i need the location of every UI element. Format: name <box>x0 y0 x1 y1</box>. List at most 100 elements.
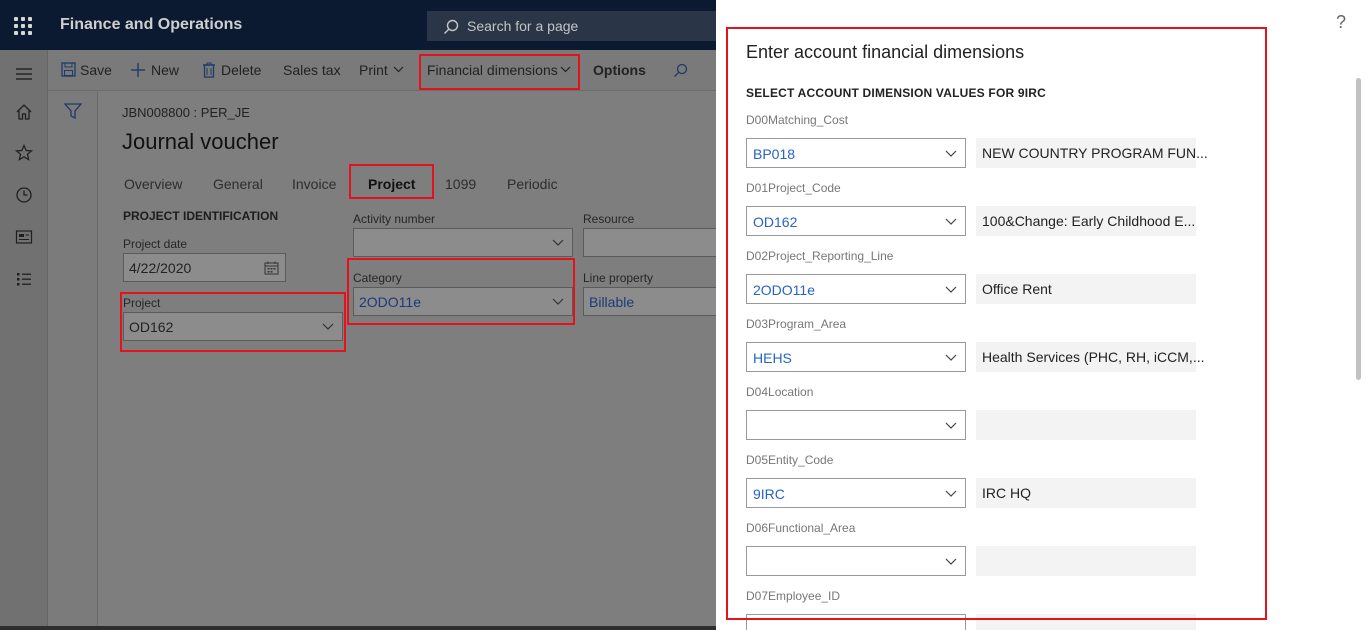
filter-pane <box>48 91 98 630</box>
activity-number-label: Activity number <box>353 212 436 226</box>
dimension-label-d00: D00Matching_Cost <box>746 113 849 127</box>
dimension-description-d04 <box>976 410 1196 440</box>
dimension-select-d02[interactable]: 2ODO11e <box>746 274 966 304</box>
calendar-icon[interactable] <box>264 261 279 275</box>
dimension-value-d02: 2ODO11e <box>753 282 815 298</box>
modules-list-icon[interactable] <box>14 269 34 289</box>
project-chevron-down-icon <box>322 323 334 330</box>
bottom-edge <box>0 626 716 630</box>
chevron-down-icon <box>945 422 957 429</box>
print-menu-button[interactable]: Print <box>359 62 388 78</box>
flyout-scrollbar[interactable] <box>1356 78 1361 380</box>
dimension-select-d05[interactable]: 9IRC <box>746 478 966 508</box>
favorites-star-icon[interactable] <box>14 143 34 163</box>
category-value[interactable]: 2ODO11e <box>359 294 421 310</box>
home-icon[interactable] <box>14 102 34 122</box>
chevron-down-icon <box>945 558 957 565</box>
dimension-label-d03: D03Program_Area <box>746 317 847 331</box>
tab-invoice[interactable]: Invoice <box>292 176 336 192</box>
save-icon <box>61 62 76 77</box>
sales-tax-button[interactable]: Sales tax <box>283 62 341 78</box>
dimension-description-d01: 100&Change: Early Childhood E... <box>976 206 1196 236</box>
dimension-select-d04[interactable] <box>746 410 966 440</box>
delete-trash-icon <box>203 62 215 78</box>
breadcrumb: JBN008800 : PER_JE <box>122 105 250 120</box>
dimension-label-d04: D04Location <box>746 385 814 399</box>
workspaces-icon[interactable] <box>14 227 34 247</box>
search-placeholder: Search for a page <box>467 18 579 34</box>
toolbar-search-icon[interactable] <box>673 63 688 78</box>
recent-clock-icon[interactable] <box>14 185 34 205</box>
tab-project[interactable]: Project <box>368 176 415 192</box>
dimension-description-text: Office Rent <box>982 281 1052 297</box>
activity-chevron-down-icon <box>552 239 564 246</box>
dimension-description-d00: NEW COUNTRY PROGRAM FUN... <box>976 138 1208 168</box>
tab-general[interactable]: General <box>213 176 263 192</box>
project-date-input[interactable]: 4/22/2020 <box>123 253 286 282</box>
dimension-value-d01: OD162 <box>753 214 798 230</box>
dimension-value-d00: BP018 <box>753 146 796 162</box>
journal-voucher-form: JBN008800 : PER_JE Journal voucher Overv… <box>98 91 716 630</box>
left-navigation <box>0 50 48 630</box>
dimension-label-d06: D06Functional_Area <box>746 521 856 535</box>
hamburger-menu-icon[interactable] <box>14 64 34 84</box>
page-title: Journal voucher <box>122 129 279 154</box>
dimension-select-d00[interactable]: BP018 <box>746 138 966 168</box>
dimension-value-d03: HEHS <box>753 350 792 366</box>
line-property-select[interactable]: Billable <box>583 287 716 316</box>
project-value: OD162 <box>129 319 174 335</box>
dimension-description-text: Health Services (PHC, RH, iCCM,... <box>982 349 1205 365</box>
dimension-label-d05: D05Entity_Code <box>746 453 834 467</box>
dimension-description-d02: Office Rent <box>976 274 1196 304</box>
dimension-description-text: IRC HQ <box>982 485 1031 501</box>
help-question-icon[interactable]: ? <box>1336 12 1346 33</box>
chevron-down-icon <box>945 490 957 497</box>
dimension-description-d06 <box>976 546 1196 576</box>
dimension-select-d01[interactable]: OD162 <box>746 206 966 236</box>
options-tab[interactable]: Options <box>593 62 646 78</box>
print-chevron-down-icon <box>393 66 404 73</box>
save-button[interactable]: Save <box>80 62 112 78</box>
delete-button[interactable]: Delete <box>221 62 261 78</box>
dimension-label-d07: D07Employee_ID <box>746 589 841 603</box>
section-title: PROJECT IDENTIFICATION <box>123 209 279 223</box>
tab-periodic[interactable]: Periodic <box>507 176 558 192</box>
resource-label: Resource <box>583 212 635 226</box>
financial-dimensions-menu-button[interactable]: Financial dimensions <box>427 62 558 78</box>
dimension-select-d03[interactable]: HEHS <box>746 342 966 372</box>
dimension-label-d01: D01Project_Code <box>746 181 841 195</box>
flyout-title: Enter account financial dimensions <box>746 42 1025 62</box>
project-label: Project <box>123 296 161 310</box>
flyout-subtitle: SELECT ACCOUNT DIMENSION VALUES FOR 9IRC <box>746 86 1047 100</box>
dimension-description-d03: Health Services (PHC, RH, iCCM,... <box>976 342 1204 372</box>
resource-select[interactable] <box>583 228 716 257</box>
tab-1099[interactable]: 1099 <box>445 176 476 192</box>
dimension-description-d05: IRC HQ <box>976 478 1196 508</box>
financial-dimensions-flyout: ? Enter account financial dimensions SEL… <box>716 0 1366 630</box>
new-plus-icon <box>131 63 145 77</box>
dimension-select-d06[interactable] <box>746 546 966 576</box>
dimension-value-d05: 9IRC <box>753 486 785 502</box>
search-box[interactable]: Search for a page <box>427 11 717 41</box>
financial-dimensions-chevron-down-icon <box>560 66 571 73</box>
chevron-down-icon <box>945 354 957 361</box>
dimension-select-d07[interactable] <box>746 614 966 630</box>
app-title[interactable]: Finance and Operations <box>60 16 242 34</box>
category-chevron-down-icon <box>552 298 564 305</box>
line-property-label: Line property <box>583 271 654 285</box>
category-label: Category <box>353 271 402 285</box>
filter-funnel-icon[interactable] <box>64 103 82 119</box>
project-select[interactable]: OD162 <box>123 312 343 341</box>
top-bar: Finance and Operations Search for a page <box>0 0 717 50</box>
activity-number-select[interactable] <box>353 228 573 257</box>
action-pane: Save New Delete Sales tax Print Financia… <box>48 50 716 91</box>
app-launcher-icon[interactable] <box>14 17 32 35</box>
line-property-value[interactable]: Billable <box>589 294 634 310</box>
project-date-value: 4/22/2020 <box>129 260 192 276</box>
new-button[interactable]: New <box>151 62 179 78</box>
category-select[interactable]: 2ODO11e <box>353 287 573 316</box>
dimension-description-text: NEW COUNTRY PROGRAM FUN... <box>982 145 1208 161</box>
tab-overview[interactable]: Overview <box>124 176 182 192</box>
dimension-label-d02: D02Project_Reporting_Line <box>746 249 894 263</box>
project-date-label: Project date <box>123 237 188 251</box>
